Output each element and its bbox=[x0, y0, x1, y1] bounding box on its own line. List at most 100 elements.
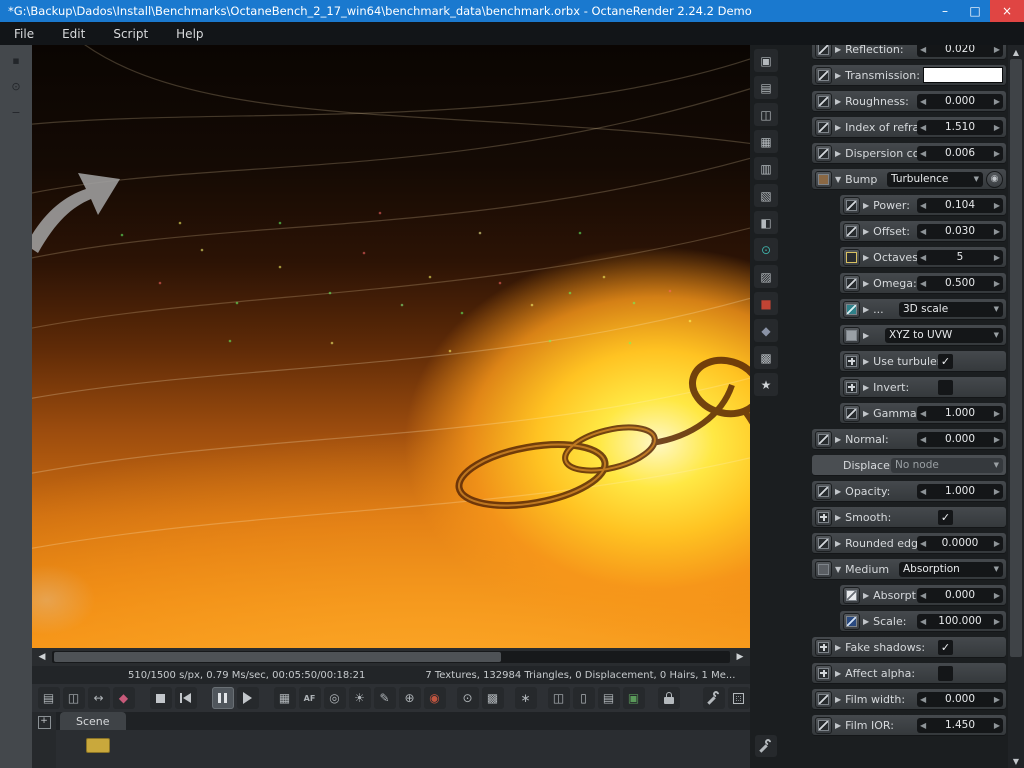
menu-file[interactable]: File bbox=[0, 22, 48, 45]
increment-icon[interactable]: ▶ bbox=[991, 409, 1003, 418]
expand-arrow-icon[interactable]: ▶ bbox=[835, 721, 841, 730]
increment-icon[interactable]: ▶ bbox=[991, 253, 1003, 262]
expand-arrow-icon[interactable]: ▶ bbox=[835, 97, 841, 106]
film-settings-icon[interactable]: ▥ bbox=[754, 157, 778, 180]
rounded-edges-node-type-icon[interactable] bbox=[815, 534, 832, 552]
pause-render-button[interactable] bbox=[211, 687, 234, 709]
expand-arrow-icon[interactable]: ▶ bbox=[835, 513, 841, 522]
expand-arrow-icon[interactable]: ▶ bbox=[863, 357, 869, 366]
camera-picker-icon[interactable]: ◉ bbox=[423, 687, 446, 709]
environment-icon[interactable]: ★ bbox=[754, 373, 778, 396]
collapse-strip-icon[interactable]: − bbox=[8, 105, 24, 119]
decrement-icon[interactable]: ◀ bbox=[917, 149, 929, 158]
absorption-spinner[interactable]: ◀ 0.000 ▶ bbox=[917, 587, 1003, 603]
transmission-color-swatch[interactable] bbox=[923, 67, 1003, 83]
affect-alpha-node-type-icon[interactable] bbox=[815, 664, 832, 682]
duplicate-icon[interactable]: ◫ bbox=[754, 103, 778, 126]
collapse-arrow-icon[interactable]: ▼ bbox=[835, 565, 841, 574]
add-node-icon[interactable]: + bbox=[37, 716, 51, 729]
viewport-scrollbar[interactable]: ◀ ▶ bbox=[32, 648, 750, 666]
expand-arrow-icon[interactable]: ▶ bbox=[835, 643, 841, 652]
increment-icon[interactable]: ▶ bbox=[991, 539, 1003, 548]
decrement-icon[interactable]: ◀ bbox=[917, 591, 929, 600]
camera-export-icon[interactable]: ▣ bbox=[622, 687, 645, 709]
use-turbulence-node-type-icon[interactable] bbox=[843, 352, 860, 370]
increment-icon[interactable]: ▶ bbox=[991, 227, 1003, 236]
octaves-spinner[interactable]: ◀ 5 ▶ bbox=[917, 249, 1003, 265]
expand-arrow-icon[interactable]: ▶ bbox=[863, 305, 869, 314]
fake-shadows-node-type-icon[interactable] bbox=[815, 638, 832, 656]
layers-icon[interactable]: ▤ bbox=[754, 76, 778, 99]
autofocus-icon[interactable]: AF bbox=[298, 687, 321, 709]
medium-dropdown[interactable]: Absorption ▼ bbox=[899, 561, 1003, 577]
normal-node-type-icon[interactable] bbox=[815, 430, 832, 448]
increment-icon[interactable]: ▶ bbox=[991, 149, 1003, 158]
focus-picker-icon[interactable]: ◎ bbox=[323, 687, 346, 709]
material-picker-icon[interactable]: ✎ bbox=[373, 687, 396, 709]
nodegraph-canvas[interactable] bbox=[56, 730, 750, 768]
expand-arrow-icon[interactable]: ▶ bbox=[863, 617, 869, 626]
scroll-track[interactable] bbox=[52, 651, 730, 663]
decrement-icon[interactable]: ◀ bbox=[917, 253, 929, 262]
minimize-button[interactable]: – bbox=[930, 0, 960, 22]
decrement-icon[interactable]: ◀ bbox=[917, 721, 929, 730]
increment-icon[interactable]: ▶ bbox=[991, 123, 1003, 132]
decrement-icon[interactable]: ◀ bbox=[917, 227, 929, 236]
gamma-spinner[interactable]: ◀ 1.000 ▶ bbox=[917, 405, 1003, 421]
expand-arrow-icon[interactable]: ▶ bbox=[863, 591, 869, 600]
expand-arrow-icon[interactable]: ▶ bbox=[863, 279, 869, 288]
object-picker-icon[interactable]: ⊕ bbox=[398, 687, 421, 709]
expand-arrow-icon[interactable]: ▶ bbox=[863, 227, 869, 236]
rounded-edges-spinner[interactable]: ◀ 0.0000 ▶ bbox=[917, 535, 1003, 551]
expand-arrow-icon[interactable]: ▶ bbox=[863, 409, 869, 418]
collapse-arrow-icon[interactable]: ▼ bbox=[835, 175, 841, 184]
smooth-node-type-icon[interactable] bbox=[815, 508, 832, 526]
roughness-node-type-icon[interactable] bbox=[815, 92, 832, 110]
decrement-icon[interactable]: ◀ bbox=[917, 435, 929, 444]
close-button[interactable]: × bbox=[990, 0, 1024, 22]
decrement-icon[interactable]: ◀ bbox=[917, 123, 929, 132]
lock-resolution-icon[interactable] bbox=[657, 687, 680, 709]
index-of-refraction-spinner[interactable]: ◀ 1.510 ▶ bbox=[917, 119, 1003, 135]
menu-edit[interactable]: Edit bbox=[48, 22, 99, 45]
decrement-icon[interactable]: ◀ bbox=[917, 539, 929, 548]
power-node-type-icon[interactable] bbox=[843, 196, 860, 214]
decrement-icon[interactable]: ◀ bbox=[917, 695, 929, 704]
opacity-spinner[interactable]: ◀ 1.000 ▶ bbox=[917, 483, 1003, 499]
settings-wrench-icon[interactable] bbox=[702, 687, 725, 709]
expand-arrow-icon[interactable]: ▶ bbox=[835, 487, 841, 496]
projection-dropdown[interactable]: XYZ to UVW ▼ bbox=[885, 327, 1003, 343]
gamma-node-type-icon[interactable] bbox=[843, 404, 860, 422]
film-ior-node-type-icon[interactable] bbox=[815, 716, 832, 734]
viewport-logo-icon[interactable]: ◆ bbox=[112, 687, 135, 709]
expand-arrow-icon[interactable]: ▶ bbox=[835, 669, 841, 678]
omega-spinner[interactable]: ◀ 0.500 ▶ bbox=[917, 275, 1003, 291]
film-width-node-type-icon[interactable] bbox=[815, 690, 832, 708]
photo-icon[interactable]: ▩ bbox=[754, 346, 778, 369]
transmission-node-type-icon[interactable] bbox=[815, 66, 832, 84]
power-spinner[interactable]: ◀ 0.104 ▶ bbox=[917, 197, 1003, 213]
bump-dropdown[interactable]: Turbulence ▼ bbox=[887, 171, 983, 187]
save-render-icon[interactable]: ▤ bbox=[597, 687, 620, 709]
expand-arrow-icon[interactable]: ▶ bbox=[835, 71, 841, 80]
bump-node-type-icon[interactable] bbox=[815, 170, 832, 188]
maximize-button[interactable]: □ bbox=[960, 0, 990, 22]
dispersion-coefficient-node-type-icon[interactable] bbox=[815, 144, 832, 162]
material-ball-icon[interactable]: ■ bbox=[754, 292, 778, 315]
pin-icon[interactable]: ▪ bbox=[8, 53, 24, 67]
increment-icon[interactable]: ▶ bbox=[991, 201, 1003, 210]
expand-arrow-icon[interactable]: ▶ bbox=[835, 123, 841, 132]
roughness-spinner[interactable]: ◀ 0.000 ▶ bbox=[917, 93, 1003, 109]
checker-background-icon[interactable]: ▩ bbox=[481, 687, 504, 709]
fit-viewport-icon[interactable]: ↔ bbox=[87, 687, 110, 709]
absorption-node-type-icon[interactable] bbox=[843, 586, 860, 604]
normal-spinner[interactable]: ◀ 0.000 ▶ bbox=[917, 431, 1003, 447]
scroll-up-icon[interactable]: ▲ bbox=[1013, 45, 1019, 59]
dispersion-coefficient-spinner[interactable]: ◀ 0.006 ▶ bbox=[917, 145, 1003, 161]
expand-arrow-icon[interactable]: ▶ bbox=[863, 331, 869, 340]
expand-arrow-icon[interactable]: ▶ bbox=[863, 383, 869, 392]
octaves-node-type-icon[interactable] bbox=[843, 248, 860, 266]
zoom-icon[interactable]: ⊙ bbox=[456, 687, 479, 709]
increment-icon[interactable]: ▶ bbox=[991, 617, 1003, 626]
decrement-icon[interactable]: ◀ bbox=[917, 487, 929, 496]
